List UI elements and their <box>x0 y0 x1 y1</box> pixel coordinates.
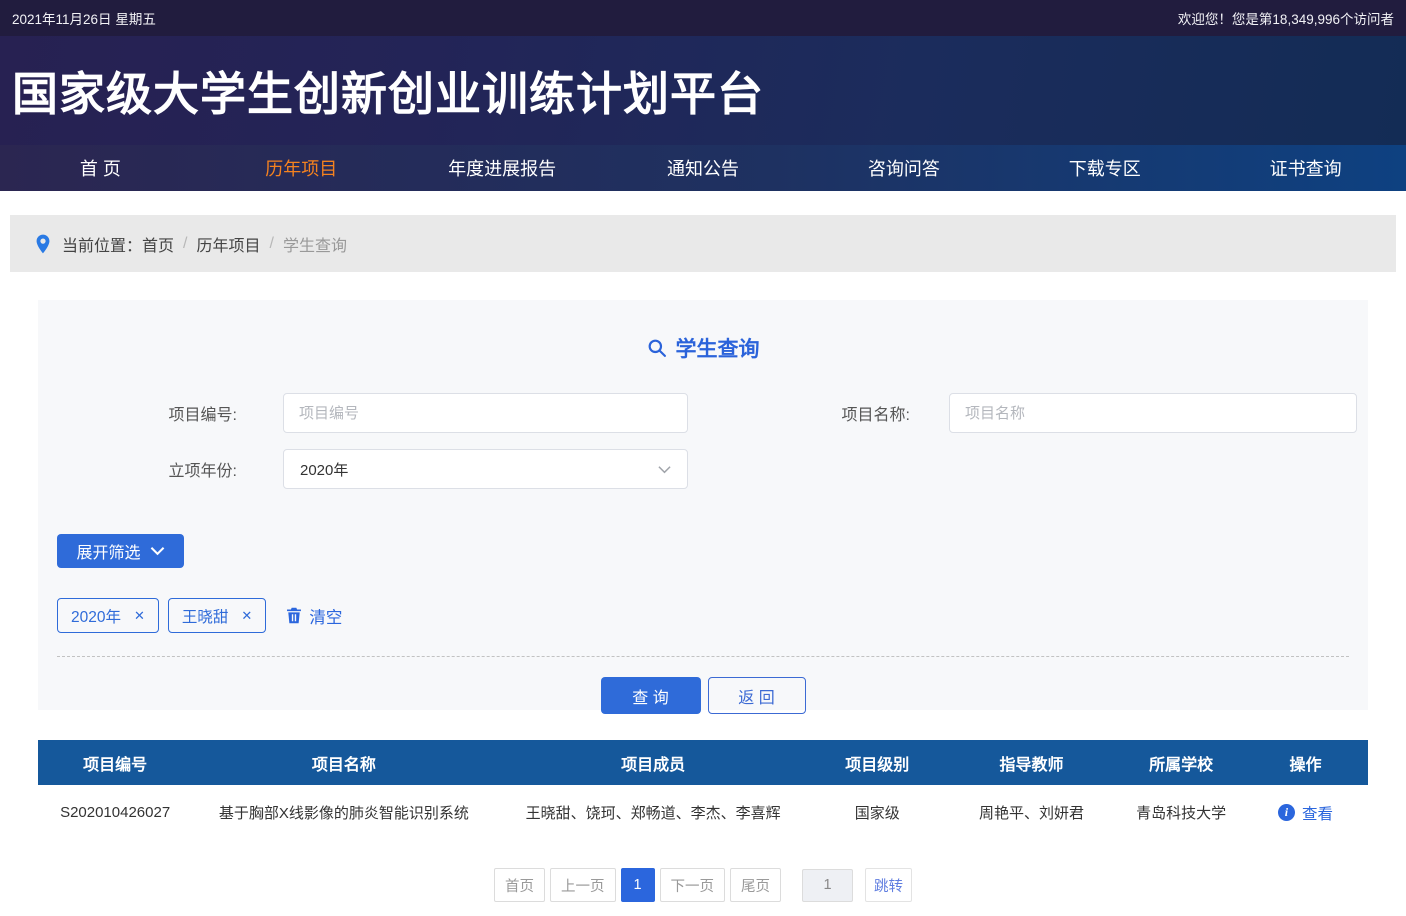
page-first-button[interactable]: 首页 <box>494 868 545 902</box>
page-next-button[interactable]: 下一页 <box>660 868 726 902</box>
current-date: 2021年11月26日 星期五 <box>12 8 156 28</box>
year-label: 立项年份: <box>145 457 237 481</box>
col-project-name: 项目名称 <box>192 740 495 785</box>
form-row-1: 项目编号: 项目名称: <box>38 393 1368 433</box>
col-school: 所属学校 <box>1119 740 1243 785</box>
cell-project-name: 基于胸部X线影像的肺炎智能识别系统 <box>192 785 495 840</box>
breadcrumb: 当前位置： 首页 / 历年项目 / 学生查询 <box>10 215 1396 272</box>
breadcrumb-past-projects[interactable]: 历年项目 <box>196 232 260 256</box>
table-header-row: 项目编号 项目名称 项目成员 项目级别 指导教师 所属学校 操作 <box>38 740 1368 785</box>
project-name-label: 项目名称: <box>818 401 910 425</box>
chevron-down-icon <box>658 465 671 474</box>
cell-school: 青岛科技大学 <box>1119 785 1243 840</box>
search-icon <box>647 338 667 358</box>
filter-tag-year: 2020年 ✕ <box>57 598 159 633</box>
visitor-counter: 欢迎您！您是第18,349,996个访问者 <box>1178 8 1394 28</box>
expand-filter-label: 展开筛选 <box>76 539 140 563</box>
breadcrumb-prefix: 当前位置： <box>62 232 142 256</box>
year-select[interactable]: 2020年 <box>283 449 688 489</box>
col-members: 项目成员 <box>496 740 811 785</box>
col-project-no: 项目编号 <box>38 740 192 785</box>
cell-teachers: 周艳平、刘妍君 <box>944 785 1120 840</box>
project-name-input[interactable] <box>949 393 1357 433</box>
student-query-panel: 学生查询 项目编号: 项目名称: 立项年份: 2020年 展开筛选 <box>38 300 1368 710</box>
site-title: 国家级大学生创新创业训练计划平台 <box>12 58 764 124</box>
table-row: S202010426027 基于胸部X线影像的肺炎智能识别系统 王晓甜、饶珂、郑… <box>38 785 1368 840</box>
cell-action: i 查看 <box>1243 785 1368 840</box>
form-row-2: 立项年份: 2020年 <box>38 449 1368 489</box>
view-link[interactable]: i 查看 <box>1278 802 1333 824</box>
filter-tag-student: 王晓甜 ✕ <box>168 598 266 633</box>
nav-item-home[interactable]: 首 页 <box>0 145 201 191</box>
breadcrumb-separator: / <box>183 235 187 253</box>
expand-filter-button[interactable]: 展开筛选 <box>57 534 184 568</box>
page-jump-button[interactable]: 跳转 <box>865 868 912 902</box>
nav-item-past-projects[interactable]: 历年项目 <box>201 145 402 191</box>
nav-item-downloads[interactable]: 下载专区 <box>1004 145 1205 191</box>
page-number-current[interactable]: 1 <box>621 868 655 902</box>
page-jump-input[interactable] <box>802 869 853 902</box>
pagination: 首页 上一页 1 下一页 尾页 跳转 <box>0 868 1406 902</box>
query-button[interactable]: 查 询 <box>601 677 701 714</box>
col-teachers: 指导教师 <box>944 740 1120 785</box>
info-circle-icon: i <box>1278 804 1295 821</box>
top-bar: 2021年11月26日 星期五 欢迎您！您是第18,349,996个访问者 <box>0 0 1406 36</box>
page-last-button[interactable]: 尾页 <box>730 868 781 902</box>
nav-item-certificate-query[interactable]: 证书查询 <box>1205 145 1406 191</box>
nav-item-annual-reports[interactable]: 年度进展报告 <box>402 145 603 191</box>
breadcrumb-current-page: 学生查询 <box>283 232 347 256</box>
form-actions: 查 询 返 回 <box>38 677 1368 714</box>
back-button[interactable]: 返 回 <box>708 677 806 714</box>
filter-tags: 2020年 ✕ 王晓甜 ✕ 清空 <box>57 598 1368 633</box>
site-header: 国家级大学生创新创业训练计划平台 <box>0 36 1406 145</box>
cell-project-no: S202010426027 <box>38 785 192 840</box>
cell-level: 国家级 <box>811 785 944 840</box>
location-pin-icon <box>36 234 50 254</box>
filter-tag-label: 王晓甜 <box>182 605 229 627</box>
breadcrumb-home[interactable]: 首页 <box>142 232 174 256</box>
breadcrumb-separator: / <box>270 235 274 253</box>
x-remove-icon[interactable]: ✕ <box>134 609 145 622</box>
panel-title: 学生查询 <box>38 333 1368 363</box>
clear-filters-button[interactable]: 清空 <box>286 604 342 628</box>
chevron-down-icon <box>150 546 165 556</box>
filter-tag-label: 2020年 <box>71 605 121 627</box>
panel-title-text: 学生查询 <box>676 333 760 363</box>
col-action: 操作 <box>1243 740 1368 785</box>
project-no-label: 项目编号: <box>145 401 237 425</box>
dashed-divider <box>57 656 1349 657</box>
nav-item-qa[interactable]: 咨询问答 <box>803 145 1004 191</box>
cell-members: 王晓甜、饶珂、郑畅道、李杰、李喜辉 <box>496 785 811 840</box>
project-no-input[interactable] <box>283 393 688 433</box>
results-table: 项目编号 项目名称 项目成员 项目级别 指导教师 所属学校 操作 S202010… <box>38 740 1368 840</box>
view-link-label: 查看 <box>1302 802 1333 824</box>
year-select-value: 2020年 <box>300 459 348 480</box>
nav-item-notices[interactable]: 通知公告 <box>603 145 804 191</box>
trash-icon <box>286 607 302 624</box>
clear-filters-label: 清空 <box>309 604 342 628</box>
page-prev-button[interactable]: 上一页 <box>550 868 616 902</box>
col-level: 项目级别 <box>811 740 944 785</box>
main-nav: 首 页 历年项目 年度进展报告 通知公告 咨询问答 下载专区 证书查询 <box>0 145 1406 191</box>
query-form: 项目编号: 项目名称: 立项年份: 2020年 <box>38 393 1368 489</box>
x-remove-icon[interactable]: ✕ <box>241 609 252 622</box>
